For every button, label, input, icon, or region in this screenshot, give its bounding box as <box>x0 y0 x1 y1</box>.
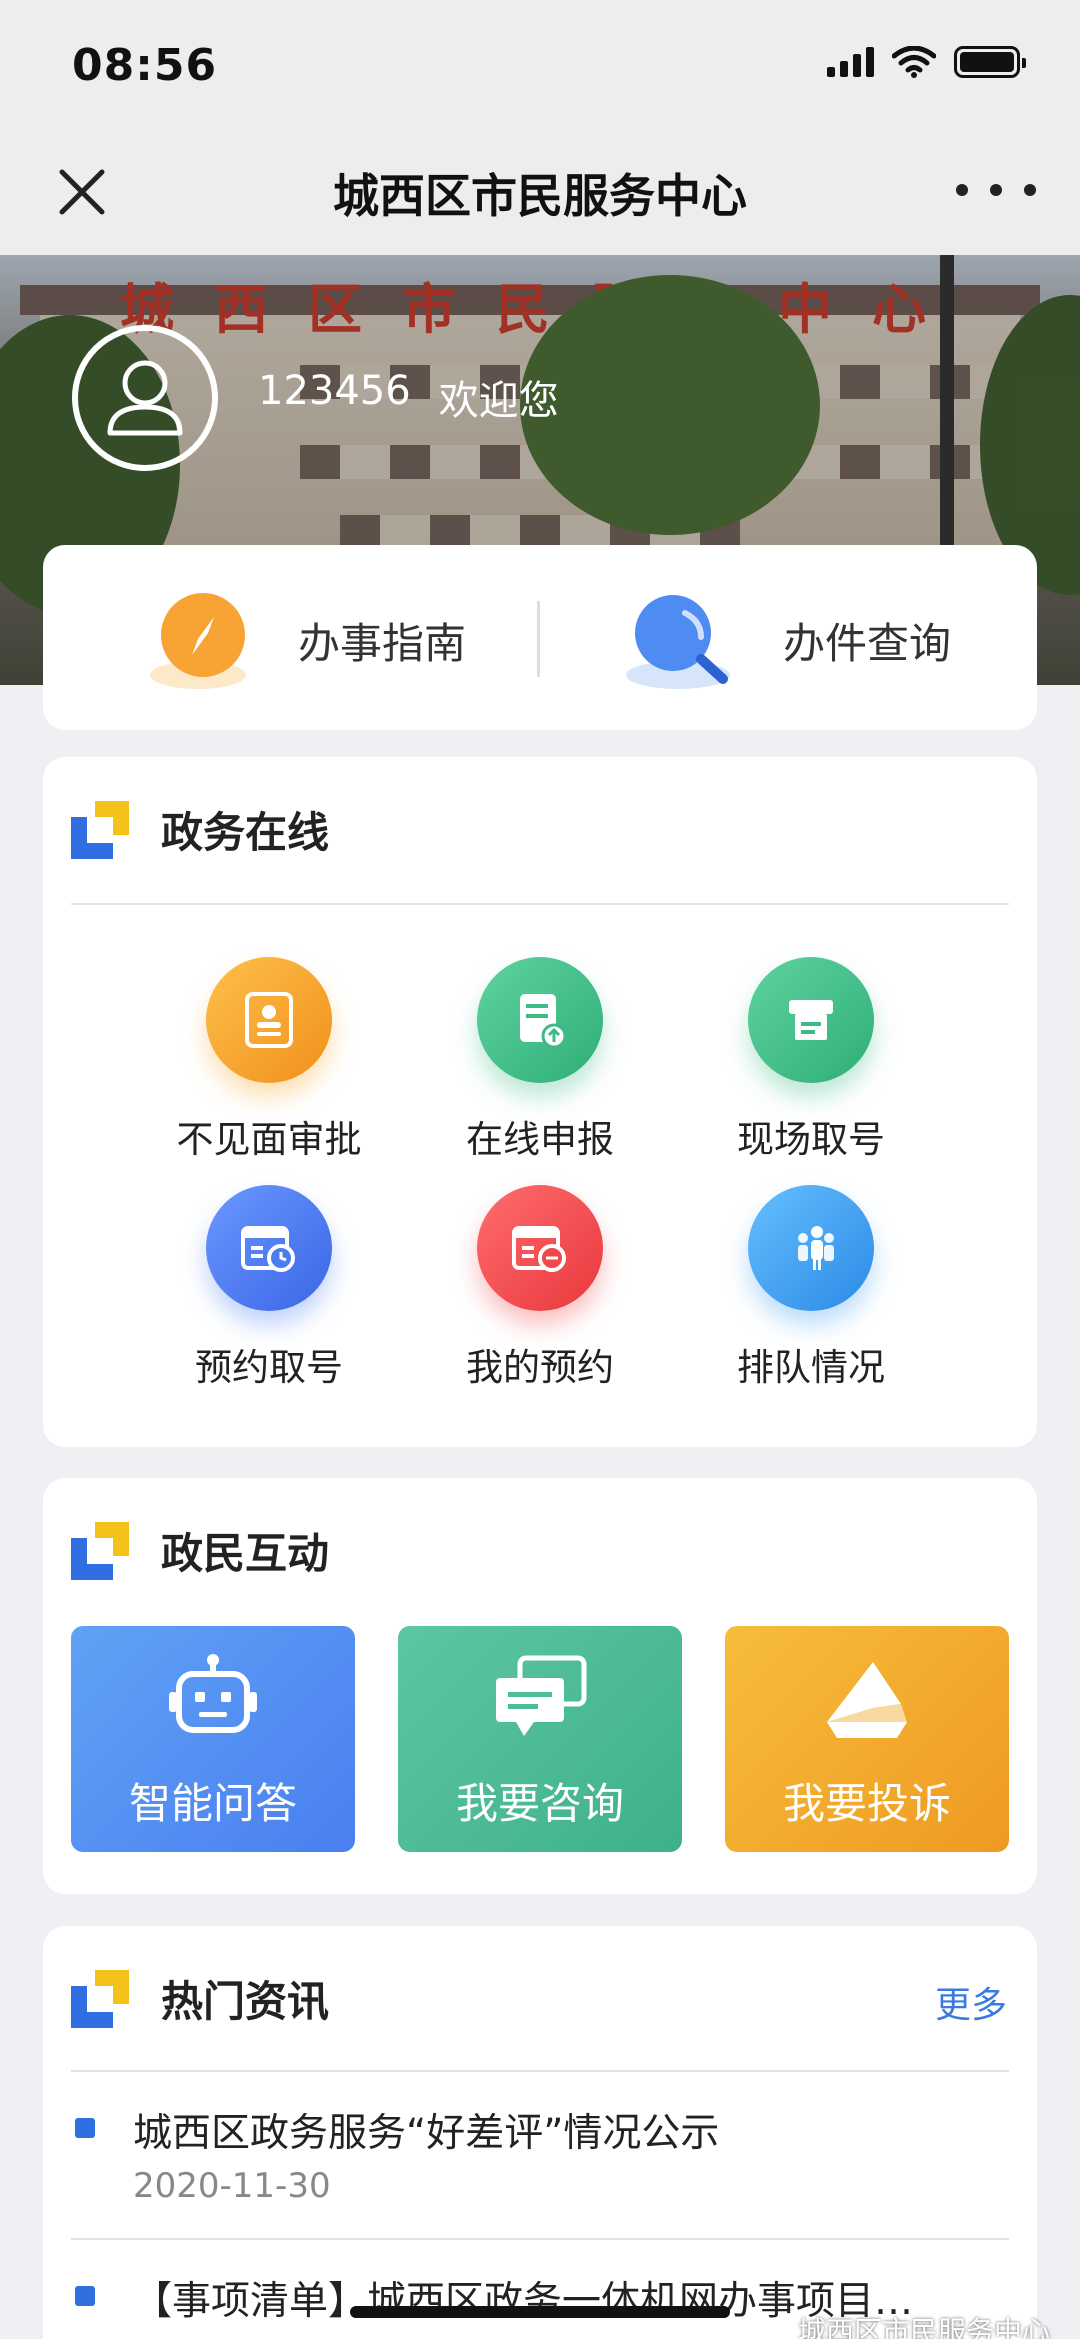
bullet-icon <box>75 2118 95 2138</box>
section-logo-icon <box>71 800 129 859</box>
section-divider <box>71 2070 1009 2072</box>
watermark: 城西区市民服务中心 <box>797 2315 1050 2339</box>
service-label: 预约取号 <box>195 1346 343 1389</box>
news-item[interactable]: 城西区政务服务“好差评”情况公示 2020-11-30 <box>71 2096 1009 2236</box>
section-header: 政民互动 <box>71 1520 329 1581</box>
service-online-declare[interactable]: 在线申报 <box>390 957 690 1163</box>
more-link[interactable]: 更多 <box>935 1976 1007 2028</box>
guide-label: 办事指南 <box>298 618 467 668</box>
page-title: 城西区市民服务中心 <box>333 169 747 223</box>
robot-icon <box>169 1654 257 1733</box>
battery-icon <box>954 46 1026 78</box>
service-reserve-number[interactable]: 预约取号 <box>119 1185 419 1391</box>
cellular-signal-icon <box>827 47 874 77</box>
id-card-icon <box>206 957 332 1083</box>
envelope-icon <box>827 1662 907 1738</box>
tile-label: 智能问答 <box>128 1779 297 1828</box>
consult-button[interactable]: 我要咨询 <box>398 1626 682 1852</box>
interaction-section: 政民互动 智能问答 我要咨询 我要投诉 <box>43 1478 1037 1894</box>
service-queue-status[interactable]: 排队情况 <box>661 1185 961 1391</box>
service-label: 我的预约 <box>466 1346 614 1389</box>
calendar-minus-icon <box>477 1185 603 1311</box>
service-label: 在线申报 <box>466 1118 614 1161</box>
avatar[interactable] <box>72 325 218 471</box>
compass-icon <box>150 593 246 689</box>
section-title: 政务在线 <box>161 808 330 857</box>
section-divider <box>71 903 1009 905</box>
status-time: 08:56 <box>72 40 218 91</box>
service-my-reservations[interactable]: 我的预约 <box>390 1185 690 1391</box>
section-header: 政务在线 <box>71 799 329 860</box>
service-no-meeting-approval[interactable]: 不见面审批 <box>119 957 419 1163</box>
gov-online-section: 政务在线 不见面审批 在线申报 现场取号 预约取号 我的预约 排队情况 <box>43 757 1037 1447</box>
news-date: 2020-11-30 <box>133 2166 331 2206</box>
status-icons <box>827 46 1026 78</box>
wifi-icon <box>892 46 936 78</box>
user-id: 123456 <box>258 368 411 414</box>
nav-bar: 城西区市民服务中心 <box>0 130 1080 255</box>
tile-label: 我要咨询 <box>455 1779 624 1828</box>
query-button[interactable]: 办件查询 <box>623 585 951 695</box>
status-bar: 08:56 <box>0 0 1080 130</box>
more-options-icon[interactable] <box>956 170 1036 210</box>
section-header: 热门资讯 <box>71 1968 329 2029</box>
calendar-clock-icon <box>206 1185 332 1311</box>
home-indicator[interactable] <box>350 2306 730 2318</box>
tile-label: 我要投诉 <box>782 1779 951 1828</box>
section-title: 政民互动 <box>161 1529 330 1578</box>
people-queue-icon <box>748 1185 874 1311</box>
query-label: 办件查询 <box>783 618 952 668</box>
user-greeting: 123456 欢迎您 <box>258 368 559 426</box>
section-logo-icon <box>71 1521 129 1580</box>
service-onsite-number[interactable]: 现场取号 <box>661 957 961 1163</box>
chat-bubbles-icon <box>496 1655 587 1736</box>
bullet-icon <box>75 2286 95 2306</box>
section-logo-icon <box>71 1969 129 2028</box>
guide-button[interactable]: 办事指南 <box>148 585 466 695</box>
divider <box>537 601 540 677</box>
welcome-text: 欢迎您 <box>438 378 559 424</box>
service-label: 排队情况 <box>737 1346 885 1389</box>
quick-actions-card: 办事指南 办件查询 <box>43 545 1037 730</box>
section-title: 热门资讯 <box>161 1977 330 2026</box>
document-upload-icon <box>477 957 603 1083</box>
smart-qa-button[interactable]: 智能问答 <box>71 1626 355 1852</box>
news-divider <box>71 2238 1009 2240</box>
ticket-machine-icon <box>748 957 874 1083</box>
service-label: 不见面审批 <box>176 1118 362 1161</box>
magnifier-icon <box>626 595 730 689</box>
news-title: 城西区政务服务“好差评”情况公示 <box>133 2111 720 2156</box>
hot-news-section: 热门资讯 更多 城西区政务服务“好差评”情况公示 2020-11-30 【事项清… <box>43 1926 1037 2339</box>
complaint-button[interactable]: 我要投诉 <box>725 1626 1009 1852</box>
service-label: 现场取号 <box>737 1118 885 1161</box>
